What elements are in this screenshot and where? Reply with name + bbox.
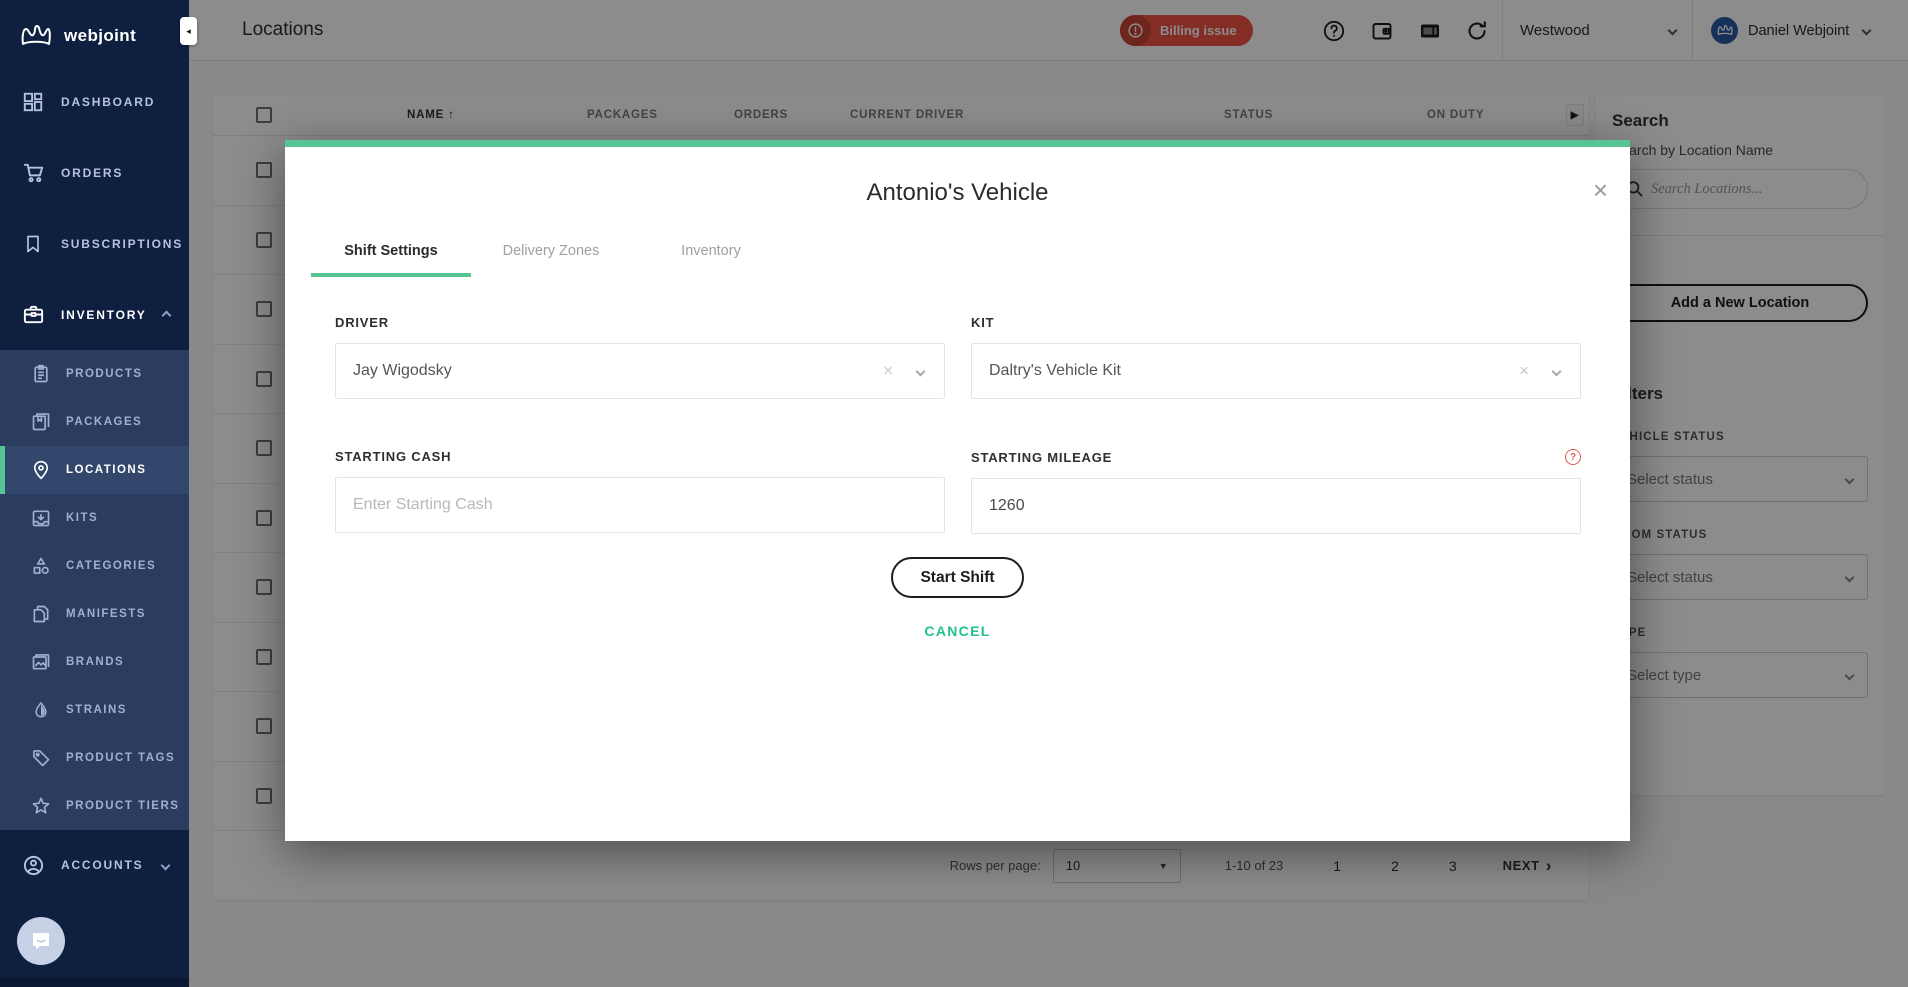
- sidebar-item-label: PRODUCTS: [66, 368, 143, 380]
- driver-value: Jay Wigodsky: [353, 362, 452, 380]
- package-book-icon: [30, 411, 52, 433]
- sidebar-item-packages[interactable]: PACKAGES: [0, 398, 189, 446]
- bookmark-icon: [21, 232, 45, 256]
- sidebar-item-label: LOCATIONS: [66, 464, 146, 476]
- help-circle-icon[interactable]: ?: [1565, 449, 1581, 465]
- star-icon: [30, 795, 52, 817]
- sidebar-item-orders[interactable]: ORDERS: [0, 137, 189, 208]
- sidebar-item-label: MANIFESTS: [66, 608, 146, 620]
- dashboard-grid-icon: [21, 90, 45, 114]
- sidebar-item-label: STRAINS: [66, 704, 127, 716]
- map-pin-icon: [30, 459, 52, 481]
- sidebar-item-products[interactable]: PRODUCTS: [0, 350, 189, 398]
- sidebar-footer-strip: [0, 978, 189, 987]
- briefcase-icon: [21, 303, 45, 327]
- sidebar-item-label: SUBSCRIPTIONS: [61, 237, 183, 251]
- sidebar-item-label: PRODUCT TIERS: [66, 800, 179, 812]
- sidebar-item-product-tags[interactable]: PRODUCT TAGS: [0, 734, 189, 782]
- sidebar-item-dashboard[interactable]: DASHBOARD: [0, 66, 189, 137]
- sidebar-item-inventory[interactable]: INVENTORY: [0, 279, 189, 350]
- starting-mileage-label: STARTING MILEAGE: [971, 450, 1112, 465]
- sidebar-item-strains[interactable]: STRAINS: [0, 686, 189, 734]
- account-person-icon: [21, 853, 45, 877]
- starting-cash-label: STARTING CASH: [335, 449, 451, 464]
- tab-delivery-zones[interactable]: Delivery Zones: [471, 243, 631, 277]
- sidebar-item-categories[interactable]: CATEGORIES: [0, 542, 189, 590]
- sidebar-nav: DASHBOARD ORDERS SUBSCRIPTIONS INVENTORY: [0, 66, 189, 889]
- sidebar-item-subscriptions[interactable]: SUBSCRIPTIONS: [0, 208, 189, 279]
- sidebar-item-manifests[interactable]: MANIFESTS: [0, 590, 189, 638]
- chevron-up-icon: [163, 308, 170, 322]
- chevron-down-icon[interactable]: [1552, 366, 1562, 376]
- sidebar-item-brands[interactable]: BRANDS: [0, 638, 189, 686]
- chat-support-button[interactable]: [17, 917, 65, 965]
- vehicle-modal: × Antonio's Vehicle Shift Settings Deliv…: [285, 140, 1630, 841]
- cancel-button[interactable]: CANCEL: [285, 623, 1630, 639]
- sidebar-item-label: CATEGORIES: [66, 560, 156, 572]
- sidebar-item-label: BRANDS: [66, 656, 124, 668]
- sidebar-item-product-tiers[interactable]: PRODUCT TIERS: [0, 782, 189, 830]
- sidebar-item-kits[interactable]: KITS: [0, 494, 189, 542]
- close-icon[interactable]: ×: [1593, 177, 1608, 203]
- start-shift-button[interactable]: Start Shift: [891, 557, 1023, 598]
- inbox-arrow-icon: [30, 507, 52, 529]
- image-icon: [30, 651, 52, 673]
- clear-icon[interactable]: ×: [883, 361, 893, 381]
- starting-cash-input[interactable]: [353, 496, 927, 514]
- chat-bubble-icon: [29, 929, 53, 953]
- droplet-icon: [30, 699, 52, 721]
- inventory-submenu: PRODUCTS PACKAGES LOCATIONS: [0, 350, 189, 830]
- sidebar-collapse-button[interactable]: ◂: [180, 17, 197, 45]
- modal-title: Antonio's Vehicle: [285, 179, 1630, 207]
- kit-label: KIT: [971, 315, 994, 330]
- kit-select[interactable]: Daltry's Vehicle Kit ×: [971, 343, 1581, 399]
- clear-icon[interactable]: ×: [1519, 361, 1529, 381]
- sidebar-item-label: ACCOUNTS: [61, 858, 143, 872]
- shapes-icon: [30, 555, 52, 577]
- webjoint-crown-logo-icon: [20, 23, 52, 49]
- tab-inventory[interactable]: Inventory: [631, 243, 791, 277]
- driver-label: DRIVER: [335, 315, 389, 330]
- chevron-down-icon: [162, 858, 169, 872]
- kit-value: Daltry's Vehicle Kit: [989, 362, 1121, 380]
- modal-tabs: Shift Settings Delivery Zones Inventory: [311, 243, 1630, 277]
- logo-text: webjoint: [64, 26, 136, 46]
- app-root: webjoint DASHBOARD ORDERS SUBSCRIPTIONS: [0, 0, 1908, 987]
- collapse-left-icon: ◂: [186, 26, 191, 37]
- sidebar-item-label: KITS: [66, 512, 98, 524]
- cart-icon: [21, 161, 45, 185]
- driver-select[interactable]: Jay Wigodsky ×: [335, 343, 945, 399]
- sidebar-item-accounts[interactable]: ACCOUNTS: [0, 841, 189, 889]
- sidebar-item-locations[interactable]: LOCATIONS: [0, 446, 189, 494]
- sidebar-item-label: DASHBOARD: [61, 95, 155, 109]
- tab-shift-settings[interactable]: Shift Settings: [311, 243, 471, 277]
- clipboard-icon: [30, 363, 52, 385]
- logo[interactable]: webjoint: [0, 0, 189, 56]
- sidebar-item-label: PACKAGES: [66, 416, 142, 428]
- starting-mileage-input[interactable]: [989, 497, 1563, 515]
- tag-icon: [30, 747, 52, 769]
- sidebar-item-label: PRODUCT TAGS: [66, 752, 175, 764]
- sidebar-item-label: INVENTORY: [61, 308, 147, 322]
- chevron-down-icon[interactable]: [916, 366, 926, 376]
- sidebar-item-label: ORDERS: [61, 166, 123, 180]
- documents-icon: [30, 603, 52, 625]
- sidebar: webjoint DASHBOARD ORDERS SUBSCRIPTIONS: [0, 0, 189, 987]
